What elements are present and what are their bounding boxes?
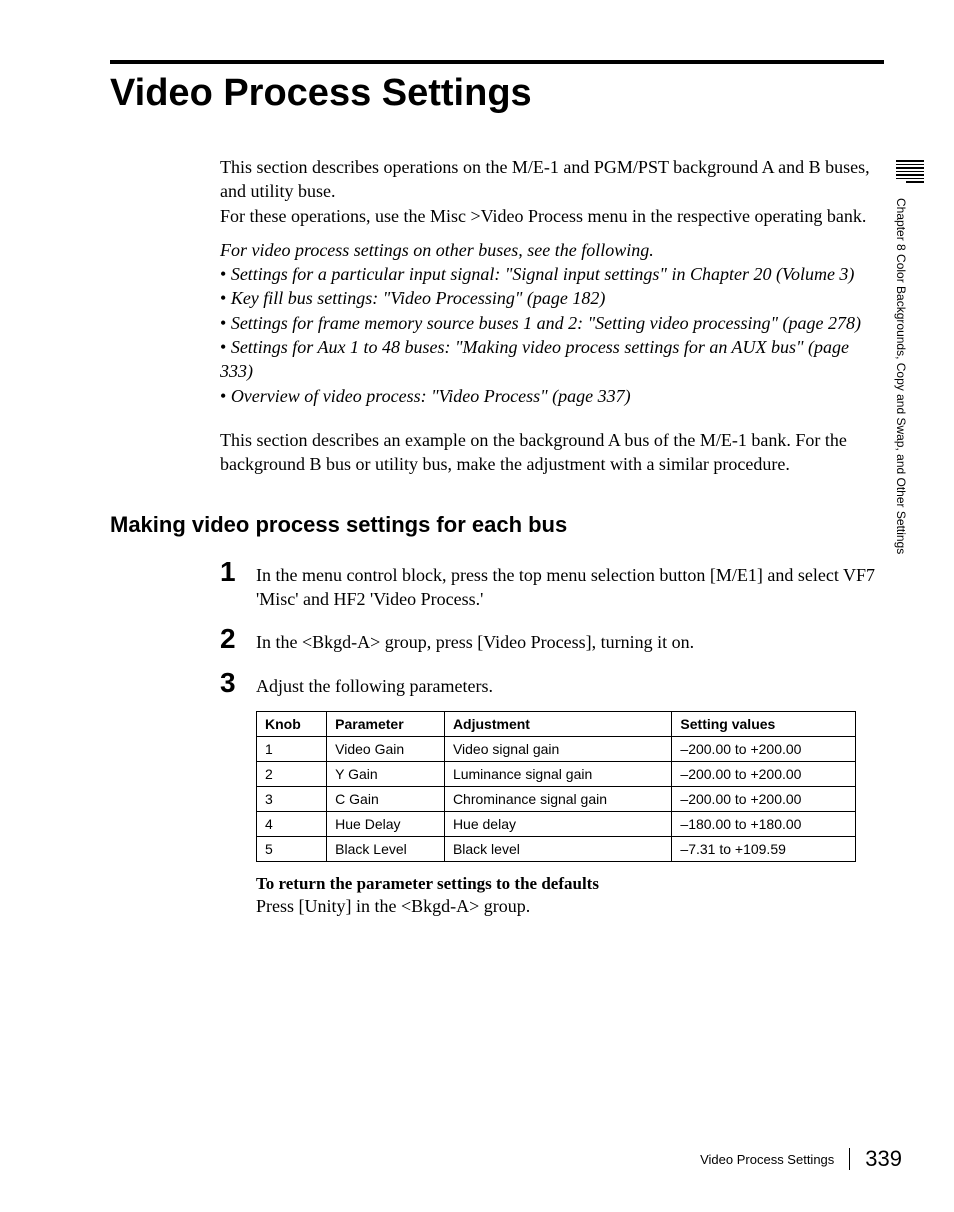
intro-block: This section describes operations on the…: [220, 155, 884, 477]
table-cell: –7.31 to +109.59: [672, 837, 856, 862]
page-footer: Video Process Settings 339: [700, 1146, 902, 1172]
intro-p1: This section describes operations on the…: [220, 155, 884, 204]
table-cell: –200.00 to +200.00: [672, 787, 856, 812]
intro-p2: For these operations, use the Misc >Vide…: [220, 204, 884, 228]
table-cell: 5: [257, 837, 327, 862]
bullet-item: Settings for a particular input signal: …: [220, 262, 884, 286]
table-cell: 2: [257, 762, 327, 787]
table-row: 4 Hue Delay Hue delay –180.00 to +180.00: [257, 812, 856, 837]
table-header: Knob: [257, 712, 327, 737]
subsection-heading: To return the parameter settings to the …: [256, 874, 884, 894]
table-cell: 3: [257, 787, 327, 812]
table-row: 2 Y Gain Luminance signal gain –200.00 t…: [257, 762, 856, 787]
footer-title: Video Process Settings: [700, 1152, 834, 1167]
step-text: Adjust the following parameters.: [256, 674, 493, 698]
ref-bullets: Settings for a particular input signal: …: [220, 262, 884, 408]
table-header-row: Knob Parameter Adjustment Setting values: [257, 712, 856, 737]
subsection-text: Press [Unity] in the <Bkgd-A> group.: [256, 894, 884, 918]
table-cell: Luminance signal gain: [444, 762, 671, 787]
step-text: In the <Bkgd-A> group, press [Video Proc…: [256, 630, 694, 654]
table-cell: Y Gain: [327, 762, 445, 787]
step-item: 3 Adjust the following parameters.: [220, 667, 884, 699]
side-label: Chapter 8 Color Backgrounds, Copy and Sw…: [894, 160, 924, 554]
step-text: In the menu control block, press the top…: [256, 563, 884, 612]
step-item: 2 In the <Bkgd-A> group, press [Video Pr…: [220, 623, 884, 655]
table-header: Setting values: [672, 712, 856, 737]
table-cell: Black Level: [327, 837, 445, 862]
table-cell: C Gain: [327, 787, 445, 812]
bullet-item: Settings for frame memory source buses 1…: [220, 311, 884, 335]
footer-divider: [849, 1148, 850, 1170]
step-number: 2: [220, 623, 256, 655]
table-cell: 4: [257, 812, 327, 837]
table-cell: Chrominance signal gain: [444, 787, 671, 812]
step-number: 1: [220, 556, 256, 588]
table-row: 1 Video Gain Video signal gain –200.00 t…: [257, 737, 856, 762]
table-cell: 1: [257, 737, 327, 762]
bullet-item: Settings for Aux 1 to 48 buses: "Making …: [220, 335, 884, 384]
table-header: Adjustment: [444, 712, 671, 737]
page-marker-stripes: [894, 160, 924, 183]
table-cell: Hue delay: [444, 812, 671, 837]
parameter-table-wrap: Knob Parameter Adjustment Setting values…: [256, 711, 884, 862]
page-number: 339: [865, 1146, 902, 1172]
step-number: 3: [220, 667, 256, 699]
table-cell: Video Gain: [327, 737, 445, 762]
chapter-side-label: Chapter 8 Color Backgrounds, Copy and Sw…: [894, 198, 908, 554]
steps-list: 1 In the menu control block, press the t…: [220, 556, 884, 700]
table-row: 5 Black Level Black level –7.31 to +109.…: [257, 837, 856, 862]
ref-intro: For video process settings on other buse…: [220, 238, 884, 262]
section-heading: Making video process settings for each b…: [110, 512, 884, 538]
table-cell: –180.00 to +180.00: [672, 812, 856, 837]
table-cell: Video signal gain: [444, 737, 671, 762]
page-title: Video Process Settings: [110, 72, 884, 115]
table-cell: Hue Delay: [327, 812, 445, 837]
table-cell: Black level: [444, 837, 671, 862]
bullet-item: Key fill bus settings: "Video Processing…: [220, 286, 884, 310]
table-row: 3 C Gain Chrominance signal gain –200.00…: [257, 787, 856, 812]
table-cell: –200.00 to +200.00: [672, 762, 856, 787]
intro-p3: This section describes an example on the…: [220, 428, 884, 477]
step-item: 1 In the menu control block, press the t…: [220, 556, 884, 612]
page-container: Chapter 8 Color Backgrounds, Copy and Sw…: [0, 0, 954, 1212]
title-bar: Video Process Settings: [110, 60, 884, 115]
bullet-item: Overview of video process: "Video Proces…: [220, 384, 884, 408]
table-cell: –200.00 to +200.00: [672, 737, 856, 762]
table-header: Parameter: [327, 712, 445, 737]
parameter-table: Knob Parameter Adjustment Setting values…: [256, 711, 856, 862]
